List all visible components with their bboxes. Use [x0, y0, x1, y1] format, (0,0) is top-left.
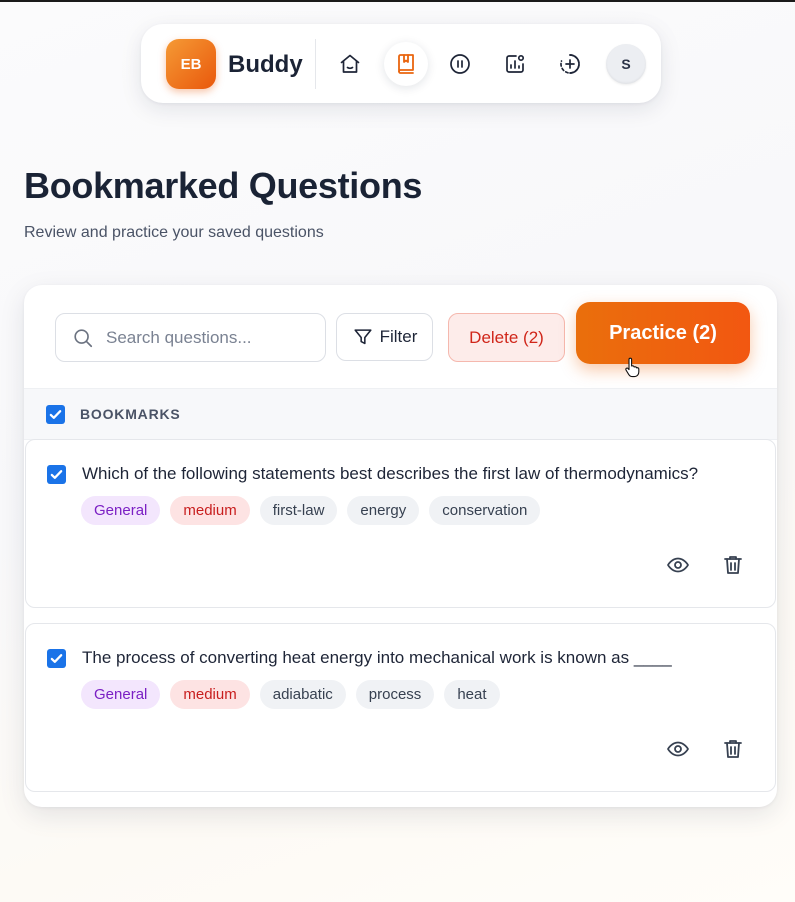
search-box	[55, 313, 326, 362]
brand-name: Buddy	[228, 51, 303, 78]
hand-cursor-icon	[625, 357, 640, 378]
filter-icon	[354, 329, 372, 345]
add-icon	[560, 54, 580, 74]
topic-tag: heat	[444, 680, 500, 709]
view-question-button[interactable]	[664, 735, 692, 763]
delete-question-button[interactable]	[719, 735, 747, 763]
question-checkbox[interactable]	[47, 649, 66, 668]
home-icon	[340, 54, 360, 73]
page-subtitle: Review and practice your saved questions	[24, 224, 324, 241]
question-card: The process of converting heat energy in…	[25, 623, 776, 792]
tag-list: General medium first-law energy conserva…	[81, 496, 541, 525]
category-tag: General	[81, 496, 161, 525]
bookmark-book-icon	[398, 54, 414, 74]
nav-pause-button[interactable]	[438, 42, 482, 86]
question-card: Which of the following statements best d…	[25, 439, 776, 608]
search-input[interactable]	[106, 324, 316, 352]
topic-tag: first-law	[259, 496, 338, 525]
tag-list: General medium adiabatic process heat	[81, 680, 500, 709]
nav-divider	[315, 39, 316, 89]
nav-bookmarks-button[interactable]	[384, 42, 428, 86]
nav-home-button[interactable]	[328, 42, 372, 86]
select-all-checkbox[interactable]	[46, 405, 65, 424]
delete-question-button[interactable]	[719, 551, 747, 579]
list-header: BOOKMARKS	[24, 388, 777, 440]
question-text: The process of converting heat energy in…	[82, 648, 672, 667]
top-navbar: EB Buddy S	[141, 24, 661, 103]
list-header-label: BOOKMARKS	[80, 406, 181, 422]
difficulty-tag: medium	[170, 680, 250, 709]
app-logo[interactable]: EB	[166, 39, 216, 89]
bookmarks-card: Filter Delete (2) Practice (2) BOOKMARKS…	[24, 285, 777, 807]
category-tag: General	[81, 680, 161, 709]
filter-button[interactable]: Filter	[336, 313, 433, 361]
view-question-button[interactable]	[664, 551, 692, 579]
eye-icon	[667, 741, 689, 757]
practice-selected-button[interactable]: Practice (2)	[576, 302, 750, 364]
search-icon	[74, 329, 93, 348]
topic-tag: conservation	[429, 496, 541, 525]
delete-selected-button[interactable]: Delete (2)	[448, 313, 565, 362]
filter-label: Filter	[379, 327, 418, 346]
check-icon	[49, 410, 62, 419]
topic-tag: energy	[347, 496, 420, 525]
trash-icon	[724, 556, 742, 574]
analytics-icon	[506, 54, 525, 73]
question-text: Which of the following statements best d…	[82, 464, 699, 483]
check-icon	[50, 470, 63, 479]
user-avatar[interactable]: S	[606, 44, 646, 84]
page-title: Bookmarked Questions	[24, 165, 423, 206]
topic-tag: adiabatic	[259, 680, 346, 709]
nav-add-button[interactable]	[548, 42, 592, 86]
question-checkbox[interactable]	[47, 465, 66, 484]
trash-icon	[724, 740, 742, 758]
nav-analytics-button[interactable]	[493, 42, 537, 86]
check-icon	[50, 654, 63, 663]
topic-tag: process	[355, 680, 435, 709]
difficulty-tag: medium	[170, 496, 250, 525]
pause-icon	[450, 54, 470, 74]
eye-icon	[667, 557, 689, 573]
